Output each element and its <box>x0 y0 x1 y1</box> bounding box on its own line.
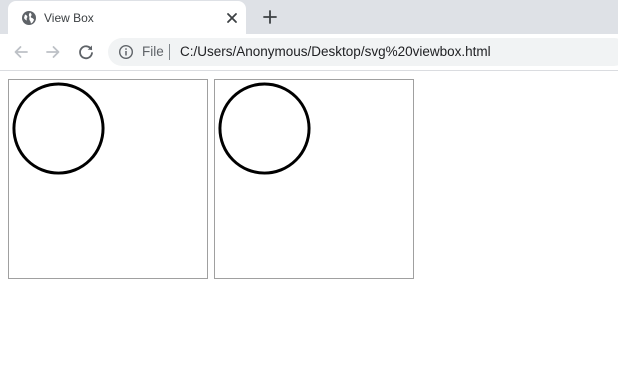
scheme-label: File <box>142 44 164 59</box>
forward-arrow-icon[interactable] <box>43 42 63 62</box>
plus-icon[interactable] <box>261 8 279 26</box>
close-icon[interactable] <box>224 10 240 26</box>
reload-icon[interactable] <box>76 42 96 62</box>
url-text[interactable]: C:/Users/Anonymous/Desktop/svg%20viewbox… <box>180 44 491 60</box>
tab-strip: View Box <box>0 0 618 34</box>
address-bar[interactable]: File C:/Users/Anonymous/Desktop/svg%20vi… <box>108 38 618 66</box>
globe-icon <box>21 10 37 26</box>
info-icon[interactable] <box>118 44 134 60</box>
circle-shape <box>12 82 105 175</box>
page-content <box>0 71 618 375</box>
back-arrow-icon[interactable] <box>11 42 31 62</box>
circle-shape <box>218 82 311 175</box>
tab-view-box[interactable]: View Box <box>8 1 246 34</box>
toolbar: File C:/Users/Anonymous/Desktop/svg%20vi… <box>0 34 618 71</box>
tab-title: View Box <box>44 11 94 25</box>
omnibox-divider <box>169 44 170 60</box>
